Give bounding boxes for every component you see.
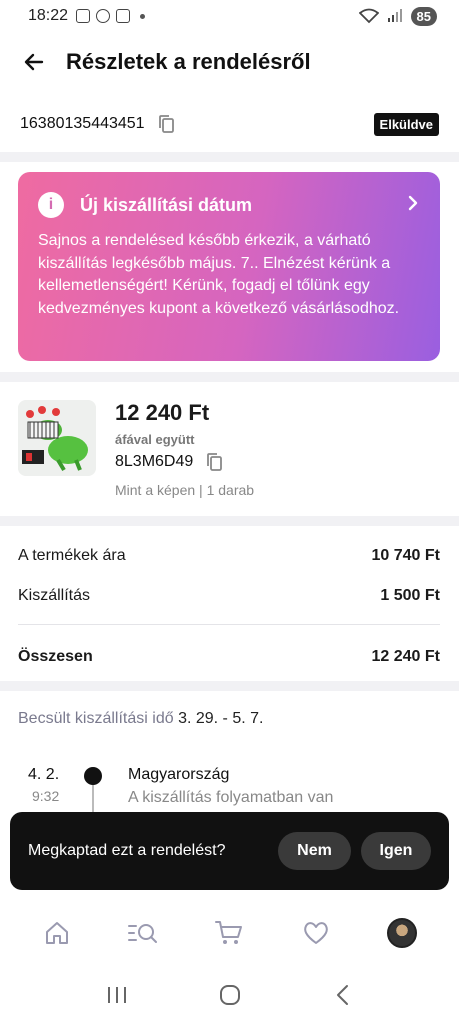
summary-divider [18, 624, 440, 625]
shipping-label: Kiszállítás [18, 587, 91, 604]
timeline-line [92, 785, 94, 815]
home-circle-icon [219, 985, 240, 1005]
chevron-right-icon [406, 192, 420, 218]
wifi-icon [358, 8, 379, 24]
product-variant: Mint a képen | 1 darab [115, 482, 255, 498]
product-sku: 8L3M6D49 [115, 453, 194, 470]
battery-indicator: 85 [410, 6, 437, 26]
messenger-icon [96, 9, 111, 23]
items-price-row: A termékek ára 10 740 Ft [18, 536, 440, 576]
event-place: Magyarország [128, 766, 230, 783]
back-button[interactable] [20, 48, 48, 76]
notice-text: Sajnos a rendelésed később érkezik, a vá… [38, 232, 400, 317]
section-divider [0, 516, 459, 526]
gmail-icon [116, 9, 131, 23]
back-system-button[interactable] [323, 975, 363, 1015]
system-navigation [0, 966, 459, 1024]
nav-home[interactable] [35, 911, 79, 955]
total-label: Összesen [18, 648, 93, 665]
nav-cart[interactable] [207, 911, 251, 955]
search-icon [128, 924, 158, 943]
timeline-dot [84, 767, 102, 785]
heart-icon [303, 922, 328, 944]
section-divider [0, 372, 459, 382]
estimated-delivery: Becsült kiszállítási idő 3. 29. - 5. 7. [18, 710, 263, 728]
items-price-label: A termékek ára [18, 547, 126, 564]
app-header: Részletek a rendelésről [0, 40, 459, 84]
product-price: 12 240 Ft [115, 400, 210, 425]
section-divider [0, 152, 459, 162]
product-image[interactable] [18, 400, 96, 476]
more-notifications-icon [140, 13, 146, 19]
info-icon: i [38, 192, 64, 218]
received-question: Megkaptad ezt a rendelést? [28, 842, 226, 859]
copy-order-id-button[interactable] [157, 114, 177, 134]
vat-note: áfával együtt [115, 432, 195, 447]
notice-title: Új kiszállítási dátum [80, 194, 253, 215]
home-system-button[interactable] [210, 975, 250, 1015]
order-id: 16380135443451 [20, 115, 145, 132]
estimate-label: Becsült kiszállítási idő [18, 710, 174, 727]
status-badge: Elküldve [373, 112, 439, 136]
shipping-row: Kiszállítás 1 500 Ft [18, 576, 440, 616]
event-date: 4. 2. [28, 766, 60, 783]
total-row: Összesen 12 240 Ft [18, 637, 440, 677]
price-summary: A termékek ára 10 740 Ft Kiszállítás 1 5… [18, 536, 440, 677]
recent-apps-button[interactable] [97, 975, 137, 1015]
screenshot-icon [76, 9, 91, 23]
section-divider [0, 681, 459, 691]
page-title: Részletek a rendelésről [66, 49, 311, 74]
recent-apps-icon [107, 987, 126, 1003]
home-icon [46, 922, 69, 944]
nav-wishlist[interactable] [294, 911, 338, 955]
cart-icon [215, 921, 243, 944]
received-prompt-snackbar: Megkaptad ezt a rendelést? Nem Igen [10, 812, 449, 890]
copy-sku-button[interactable] [205, 452, 225, 472]
total-value: 12 240 Ft [371, 648, 440, 665]
product-item[interactable]: 12 240 Ft áfával együtt 8L3M6D49 Mint a … [18, 396, 440, 506]
back-chevron-icon [336, 985, 348, 1005]
event-description: A kiszállítás folyamatban van [128, 789, 334, 806]
notification-icons [76, 9, 146, 23]
shipping-value: 1 500 Ft [380, 587, 440, 604]
delivery-date-notice[interactable]: i Új kiszállítási dátum Sajnos a rendelé… [18, 172, 440, 361]
status-time: 18:22 [28, 7, 69, 24]
estimate-dates: 3. 29. - 5. 7. [178, 710, 264, 727]
status-bar: 18:22 85 [0, 0, 459, 32]
copy-icon [158, 115, 174, 133]
no-button[interactable]: Nem [278, 832, 351, 870]
nav-profile[interactable] [380, 911, 424, 955]
order-id-row: 16380135443451 Elküldve [0, 106, 459, 142]
avatar [386, 918, 417, 948]
items-price-value: 10 740 Ft [371, 547, 440, 564]
copy-icon [207, 453, 223, 471]
arrow-left-icon [24, 53, 44, 71]
bottom-navigation [0, 900, 459, 966]
yes-button[interactable]: Igen [361, 832, 431, 870]
signal-icon [387, 9, 402, 22]
event-time: 9:32 [32, 788, 60, 804]
nav-search[interactable] [121, 911, 165, 955]
